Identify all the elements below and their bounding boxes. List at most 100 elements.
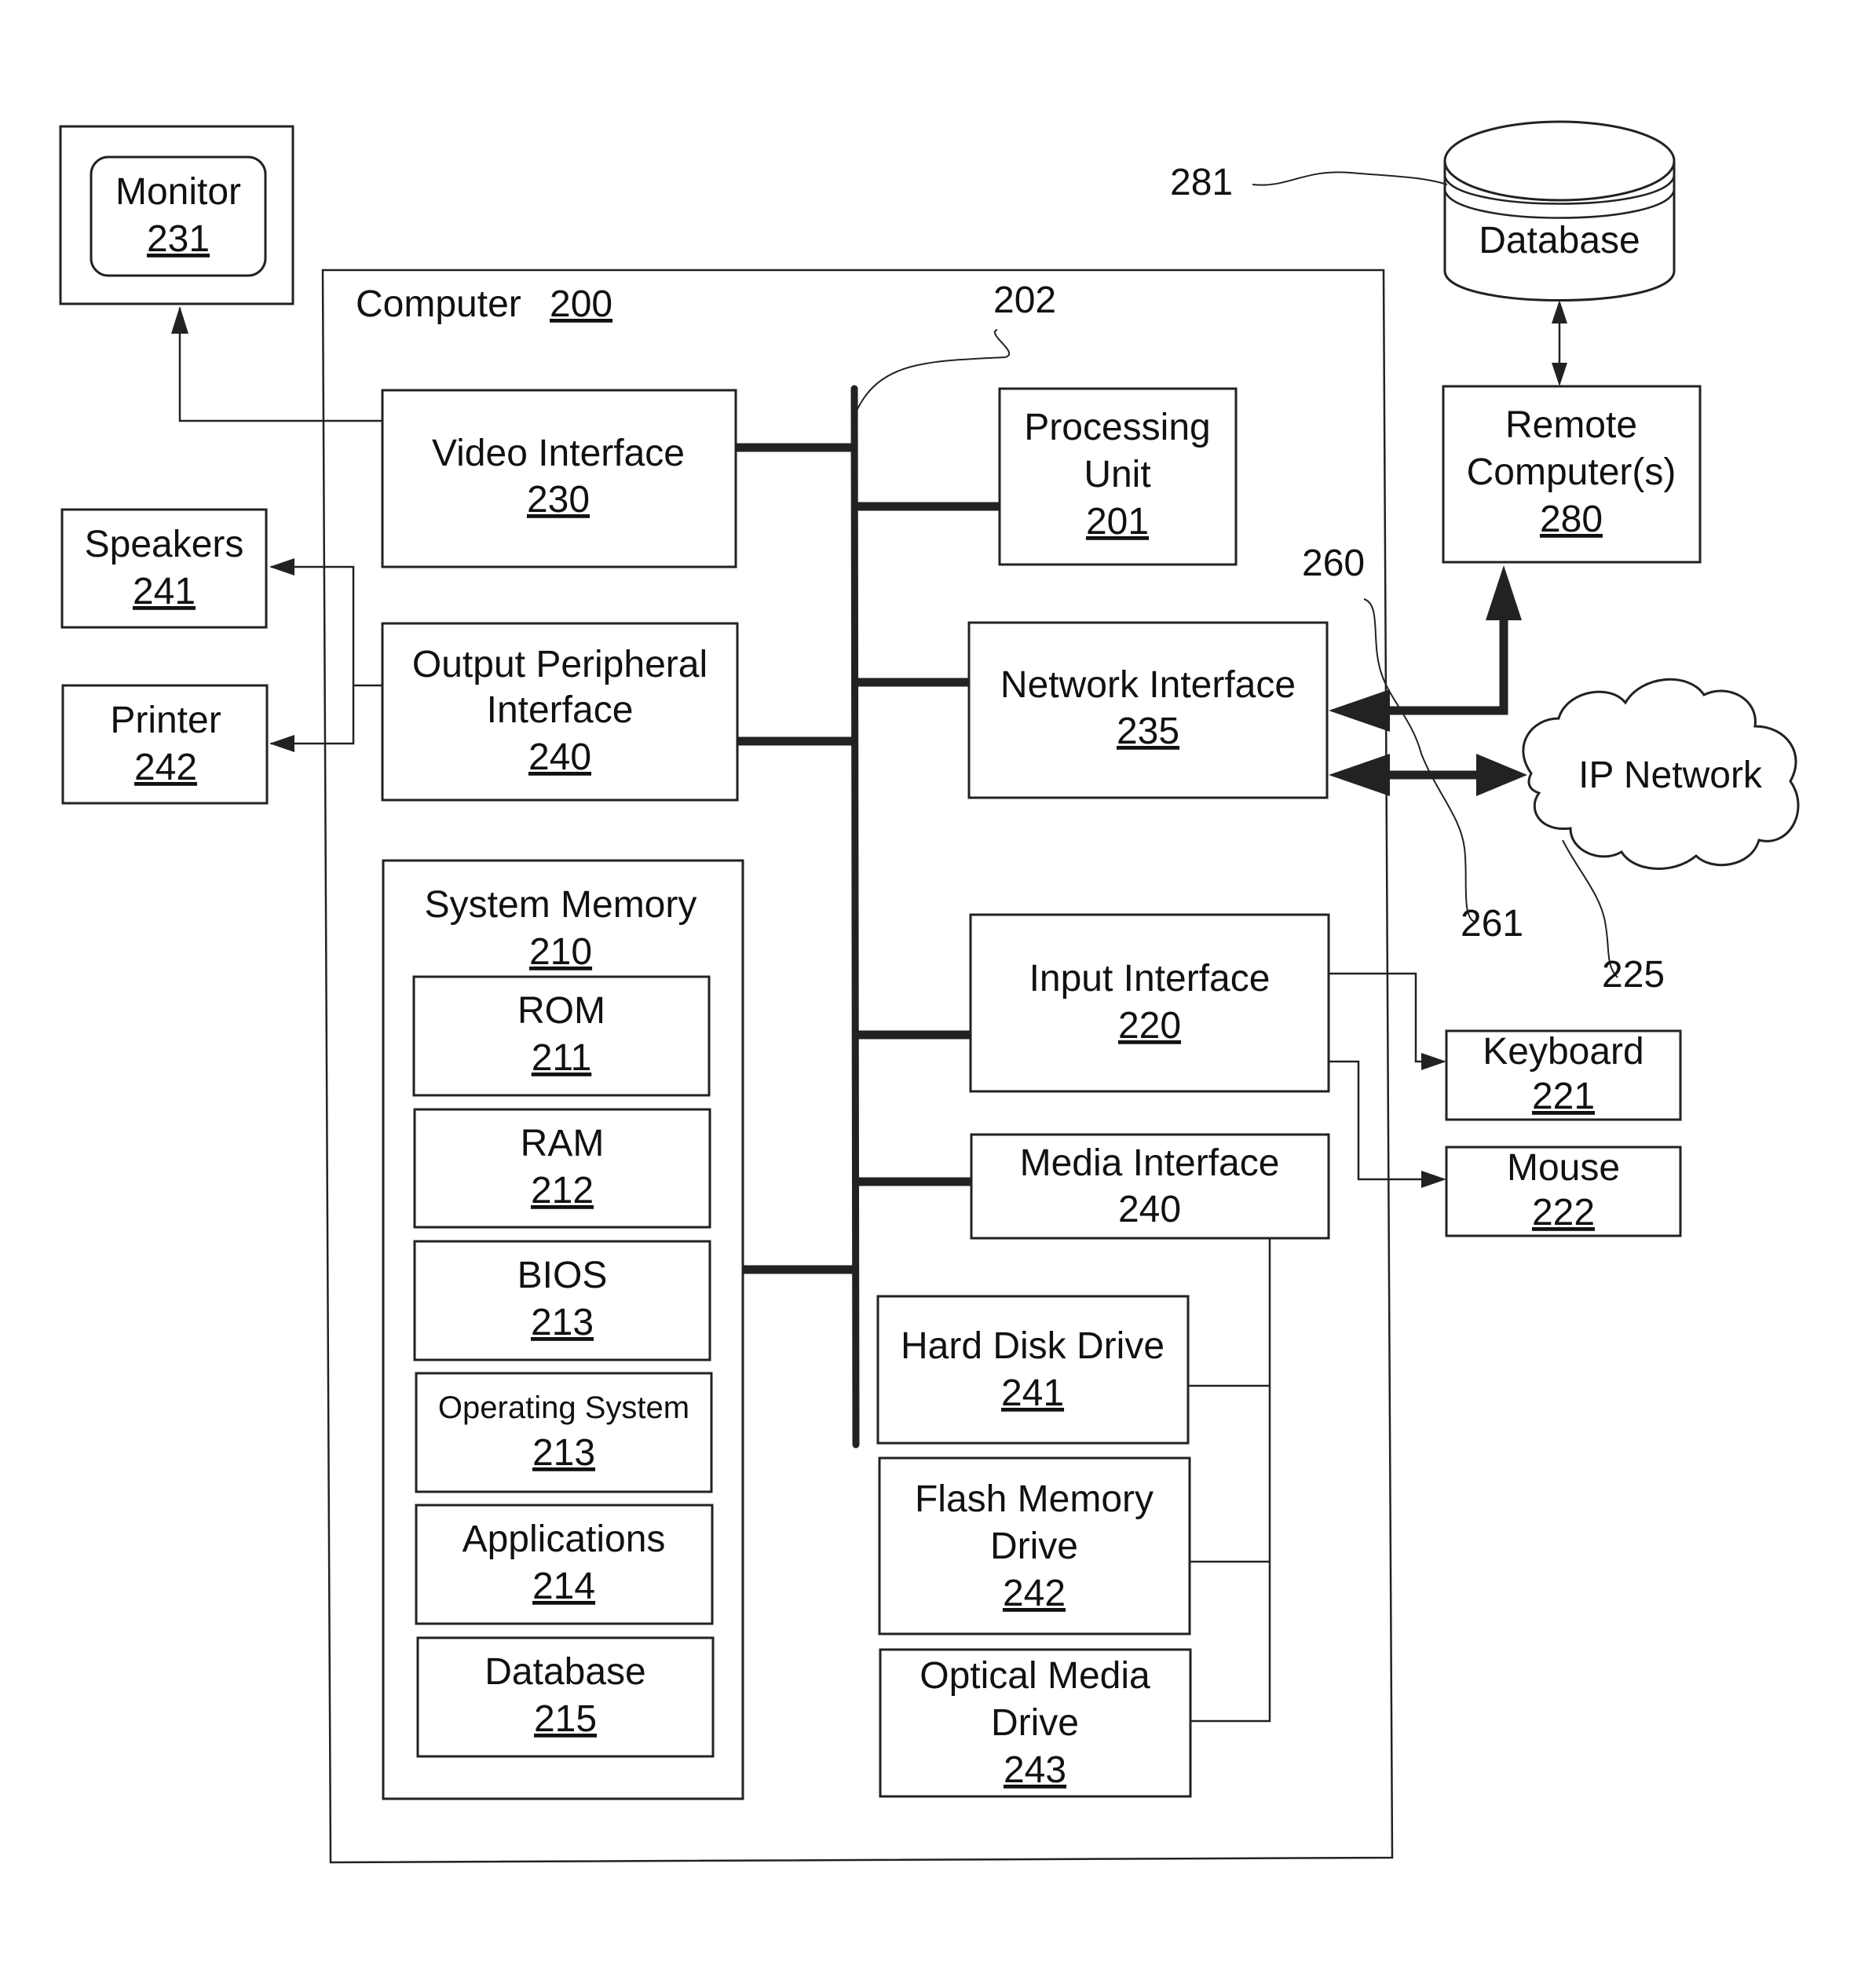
network-interface-label: Network Interface: [1000, 664, 1296, 706]
network-ip-arrowhead-left-icon: [1329, 754, 1390, 796]
memory-item-ref: 213: [531, 1302, 594, 1343]
system-memory-label: System Memory: [425, 884, 697, 926]
network-ip-arrowhead-right-icon: [1476, 754, 1527, 796]
monitor: Monitor 231: [59, 125, 294, 305]
output-to-peripherals-line: [271, 565, 382, 745]
processing-unit: Processing Unit 201: [998, 387, 1238, 566]
keyboard-ref: 221: [1532, 1076, 1595, 1117]
monitor-arrowhead-icon: [171, 306, 188, 334]
input-to-mouse-line: [1329, 1060, 1421, 1181]
flash-memory-drive-ref: 242: [1003, 1573, 1066, 1614]
callout-260: 260: [1302, 543, 1365, 584]
mouse-label: Mouse: [1507, 1147, 1620, 1189]
media-interface-label: Media Interface: [1020, 1142, 1280, 1184]
memory-item-ref: 213: [532, 1432, 595, 1474]
optical-media-drive-ref: 243: [1004, 1749, 1066, 1791]
system-memory-ref: 210: [529, 931, 592, 973]
memory-item-ref: 211: [532, 1037, 592, 1079]
media-interface: Media Interface 240: [970, 1133, 1330, 1240]
network-remote-arrowhead-up-icon: [1486, 565, 1522, 620]
hard-disk-drive-ref: 241: [1001, 1372, 1064, 1414]
processing-unit-label-2: Unit: [1084, 454, 1150, 495]
optical-media-drive-label-1: Optical Media: [920, 1655, 1150, 1697]
video-to-monitor-line: [178, 308, 382, 422]
database-arrowhead-up-icon: [1552, 300, 1567, 323]
output-peripheral-interface: Output Peripheral Interface 240: [381, 622, 739, 802]
memory-item-rom: ROM 211: [412, 975, 711, 1097]
mouse-ref: 222: [1532, 1192, 1595, 1233]
keyboard-label: Keyboard: [1483, 1031, 1643, 1073]
video-interface: Video Interface 230: [381, 389, 737, 568]
printer-arrowhead-icon: [269, 735, 294, 752]
remote-computers: Remote Computer(s) 280: [1442, 385, 1702, 564]
mouse-arrowhead-icon: [1421, 1171, 1446, 1188]
monitor-label: Monitor: [115, 171, 241, 213]
memory-item-label: Applications: [463, 1518, 666, 1560]
system-bus: [850, 385, 860, 1449]
media-to-drives-line: [1187, 1238, 1271, 1723]
memory-item-database: Database 215: [416, 1636, 715, 1758]
remote-computers-label-1: Remote: [1505, 404, 1637, 446]
optical-media-drive-label-2: Drive: [991, 1702, 1079, 1744]
network-interface: Network Interface 235: [967, 621, 1329, 799]
callout-225: 225: [1602, 954, 1665, 996]
input-to-keyboard-line: [1329, 972, 1421, 1063]
memory-item-ram: RAM 212: [413, 1108, 711, 1229]
flash-memory-drive: Flash Memory Drive 242: [878, 1456, 1191, 1635]
memory-item-label: RAM: [521, 1123, 605, 1164]
network-remote-arrowhead-left-icon: [1329, 689, 1390, 732]
speakers-label: Speakers: [85, 524, 244, 565]
callout-281-leader: [1252, 171, 1448, 186]
printer-ref: 242: [134, 747, 197, 788]
video-interface-label: Video Interface: [432, 433, 685, 474]
flash-memory-drive-label-2: Drive: [990, 1526, 1078, 1567]
keyboard: Keyboard 221: [1445, 1029, 1682, 1121]
system-memory: System Memory 210 ROM 211 RAM 212 BIOS 2…: [382, 859, 744, 1800]
processing-unit-ref: 201: [1086, 501, 1149, 543]
hard-disk-drive: Hard Disk Drive 241: [876, 1295, 1190, 1445]
computer-label: Computer: [356, 283, 521, 325]
computer-block-diagram: Monitor 231 Computer 200 202 Video Inter…: [59, 120, 1800, 1864]
printer: Printer 242: [61, 684, 269, 805]
bus-callout-leader: [855, 329, 1011, 413]
input-interface-label: Input Interface: [1029, 958, 1271, 999]
printer-label: Printer: [110, 700, 221, 741]
ip-network-label: IP Network: [1578, 755, 1763, 796]
input-interface: Input Interface 220: [969, 913, 1330, 1093]
memory-item-applications: Applications 214: [415, 1504, 714, 1625]
flash-memory-drive-label-1: Flash Memory: [915, 1478, 1154, 1520]
computer-ref: 200: [550, 283, 612, 325]
bus-callout-202: 202: [993, 280, 1056, 321]
output-peripheral-label-2: Interface: [487, 689, 634, 731]
memory-item-bios: BIOS 213: [413, 1240, 711, 1361]
memory-item-label: BIOS: [517, 1255, 608, 1296]
memory-item-operating-system: Operating System 213: [415, 1372, 713, 1493]
input-interface-ref: 220: [1118, 1005, 1181, 1047]
remote-database: Database: [1443, 120, 1676, 301]
processing-unit-label-1: Processing: [1024, 407, 1210, 448]
remote-computers-ref: 280: [1540, 499, 1603, 540]
memory-item-label: ROM: [517, 990, 605, 1032]
remote-database-label: Database: [1479, 220, 1640, 261]
monitor-ref: 231: [147, 218, 210, 260]
ip-network: IP Network: [1522, 678, 1800, 870]
memory-item-ref: 215: [534, 1698, 597, 1740]
speakers: Speakers 241: [60, 508, 268, 629]
memory-item-ref: 214: [532, 1566, 595, 1607]
output-peripheral-label-1: Output Peripheral: [412, 644, 707, 685]
output-peripheral-ref: 240: [528, 736, 591, 778]
callout-261: 261: [1461, 903, 1523, 945]
remote-computers-label-2: Computer(s): [1467, 451, 1676, 493]
memory-item-ref: 212: [531, 1170, 594, 1211]
keyboard-arrowhead-icon: [1421, 1053, 1446, 1070]
optical-media-drive: Optical Media Drive 243: [879, 1648, 1192, 1798]
video-interface-ref: 230: [527, 479, 590, 521]
network-remote-link: [1374, 608, 1508, 715]
media-interface-ref: 240: [1118, 1189, 1181, 1230]
speakers-ref: 241: [133, 571, 196, 612]
hard-disk-drive-label: Hard Disk Drive: [901, 1325, 1165, 1367]
memory-item-label: Operating System: [438, 1391, 689, 1425]
memory-item-label: Database: [484, 1651, 645, 1693]
mouse: Mouse 222: [1445, 1146, 1682, 1237]
callout-281: 281: [1170, 162, 1233, 203]
